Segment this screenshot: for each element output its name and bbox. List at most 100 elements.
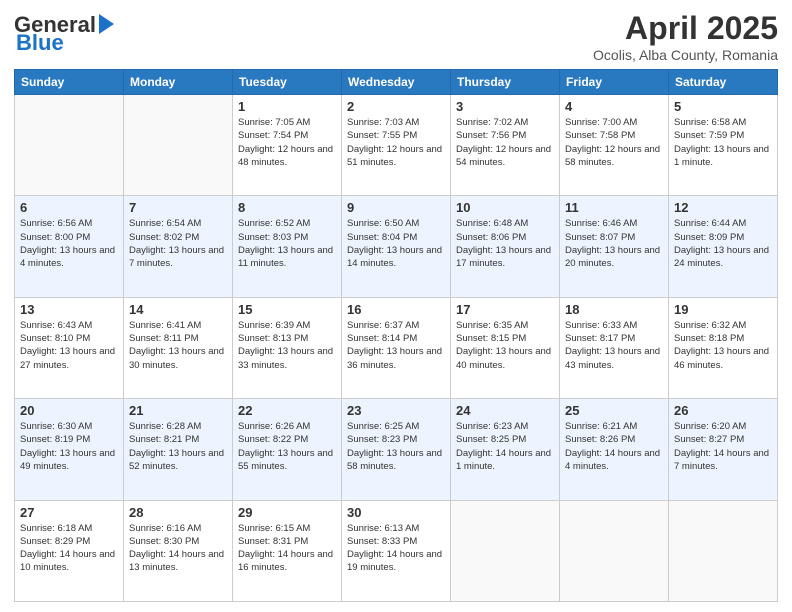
table-row: 26 Sunrise: 6:20 AM Sunset: 8:27 PM Dayl… [669,399,778,500]
sunrise-text: Sunrise: 6:20 AM [674,421,746,432]
table-row: 18 Sunrise: 6:33 AM Sunset: 8:17 PM Dayl… [560,297,669,398]
day-info: Sunrise: 6:28 AM Sunset: 8:21 PM Dayligh… [129,420,227,473]
day-number: 7 [129,200,227,215]
daylight-text: Daylight: 13 hours and 49 minutes. [20,448,115,472]
logo: General Blue [14,14,104,54]
day-info: Sunrise: 6:35 AM Sunset: 8:15 PM Dayligh… [456,319,554,372]
sunset-text: Sunset: 8:15 PM [456,333,526,344]
table-row: 5 Sunrise: 6:58 AM Sunset: 7:59 PM Dayli… [669,95,778,196]
day-info: Sunrise: 6:25 AM Sunset: 8:23 PM Dayligh… [347,420,445,473]
sunrise-text: Sunrise: 6:43 AM [20,320,92,331]
calendar-week-row: 13 Sunrise: 6:43 AM Sunset: 8:10 PM Dayl… [15,297,778,398]
day-number: 12 [674,200,772,215]
daylight-text: Daylight: 14 hours and 19 minutes. [347,549,442,573]
sunset-text: Sunset: 8:00 PM [20,232,90,243]
table-row: 4 Sunrise: 7:00 AM Sunset: 7:58 PM Dayli… [560,95,669,196]
sunset-text: Sunset: 8:31 PM [238,536,308,547]
day-info: Sunrise: 6:39 AM Sunset: 8:13 PM Dayligh… [238,319,336,372]
day-info: Sunrise: 6:41 AM Sunset: 8:11 PM Dayligh… [129,319,227,372]
day-number: 4 [565,99,663,114]
sunrise-text: Sunrise: 6:25 AM [347,421,419,432]
calendar-week-row: 1 Sunrise: 7:05 AM Sunset: 7:54 PM Dayli… [15,95,778,196]
sunrise-text: Sunrise: 6:18 AM [20,523,92,534]
sunrise-text: Sunrise: 6:41 AM [129,320,201,331]
col-sunday: Sunday [15,70,124,95]
table-row: 29 Sunrise: 6:15 AM Sunset: 8:31 PM Dayl… [233,500,342,601]
daylight-text: Daylight: 13 hours and 1 minute. [674,144,769,168]
calendar-week-row: 27 Sunrise: 6:18 AM Sunset: 8:29 PM Dayl… [15,500,778,601]
day-info: Sunrise: 6:16 AM Sunset: 8:30 PM Dayligh… [129,522,227,575]
sunrise-text: Sunrise: 6:37 AM [347,320,419,331]
sunset-text: Sunset: 8:19 PM [20,434,90,445]
table-row [15,95,124,196]
sunset-text: Sunset: 8:17 PM [565,333,635,344]
page: General Blue April 2025 Ocolis, Alba Cou… [0,0,792,612]
daylight-text: Daylight: 13 hours and 36 minutes. [347,346,442,370]
sunset-text: Sunset: 8:14 PM [347,333,417,344]
sunrise-text: Sunrise: 6:13 AM [347,523,419,534]
col-tuesday: Tuesday [233,70,342,95]
sunset-text: Sunset: 8:13 PM [238,333,308,344]
day-info: Sunrise: 6:23 AM Sunset: 8:25 PM Dayligh… [456,420,554,473]
sunrise-text: Sunrise: 6:28 AM [129,421,201,432]
table-row: 30 Sunrise: 6:13 AM Sunset: 8:33 PM Dayl… [342,500,451,601]
sunrise-text: Sunrise: 6:33 AM [565,320,637,331]
day-number: 28 [129,505,227,520]
col-friday: Friday [560,70,669,95]
table-row [669,500,778,601]
day-info: Sunrise: 6:32 AM Sunset: 8:18 PM Dayligh… [674,319,772,372]
table-row: 7 Sunrise: 6:54 AM Sunset: 8:02 PM Dayli… [124,196,233,297]
table-row: 14 Sunrise: 6:41 AM Sunset: 8:11 PM Dayl… [124,297,233,398]
table-row: 19 Sunrise: 6:32 AM Sunset: 8:18 PM Dayl… [669,297,778,398]
daylight-text: Daylight: 12 hours and 54 minutes. [456,144,551,168]
calendar-subtitle: Ocolis, Alba County, Romania [593,47,778,63]
day-info: Sunrise: 6:50 AM Sunset: 8:04 PM Dayligh… [347,217,445,270]
day-number: 9 [347,200,445,215]
day-info: Sunrise: 6:43 AM Sunset: 8:10 PM Dayligh… [20,319,118,372]
daylight-text: Daylight: 13 hours and 43 minutes. [565,346,660,370]
logo-arrow-icon [99,14,114,34]
day-number: 11 [565,200,663,215]
daylight-text: Daylight: 13 hours and 7 minutes. [129,245,224,269]
day-number: 21 [129,403,227,418]
sunrise-text: Sunrise: 6:15 AM [238,523,310,534]
sunrise-text: Sunrise: 6:39 AM [238,320,310,331]
table-row: 13 Sunrise: 6:43 AM Sunset: 8:10 PM Dayl… [15,297,124,398]
table-row [560,500,669,601]
day-number: 25 [565,403,663,418]
day-info: Sunrise: 6:26 AM Sunset: 8:22 PM Dayligh… [238,420,336,473]
daylight-text: Daylight: 13 hours and 14 minutes. [347,245,442,269]
sunrise-text: Sunrise: 7:00 AM [565,117,637,128]
daylight-text: Daylight: 13 hours and 58 minutes. [347,448,442,472]
daylight-text: Daylight: 12 hours and 48 minutes. [238,144,333,168]
day-info: Sunrise: 6:54 AM Sunset: 8:02 PM Dayligh… [129,217,227,270]
day-number: 6 [20,200,118,215]
sunset-text: Sunset: 8:04 PM [347,232,417,243]
day-info: Sunrise: 6:46 AM Sunset: 8:07 PM Dayligh… [565,217,663,270]
table-row: 1 Sunrise: 7:05 AM Sunset: 7:54 PM Dayli… [233,95,342,196]
daylight-text: Daylight: 14 hours and 4 minutes. [565,448,660,472]
sunrise-text: Sunrise: 7:05 AM [238,117,310,128]
sunset-text: Sunset: 8:09 PM [674,232,744,243]
day-number: 10 [456,200,554,215]
table-row: 6 Sunrise: 6:56 AM Sunset: 8:00 PM Dayli… [15,196,124,297]
table-row: 9 Sunrise: 6:50 AM Sunset: 8:04 PM Dayli… [342,196,451,297]
day-info: Sunrise: 6:33 AM Sunset: 8:17 PM Dayligh… [565,319,663,372]
day-number: 22 [238,403,336,418]
sunrise-text: Sunrise: 6:23 AM [456,421,528,432]
day-number: 23 [347,403,445,418]
calendar-week-row: 6 Sunrise: 6:56 AM Sunset: 8:00 PM Dayli… [15,196,778,297]
sunrise-text: Sunrise: 6:44 AM [674,218,746,229]
table-row: 27 Sunrise: 6:18 AM Sunset: 8:29 PM Dayl… [15,500,124,601]
day-number: 16 [347,302,445,317]
sunrise-text: Sunrise: 7:03 AM [347,117,419,128]
table-row: 15 Sunrise: 6:39 AM Sunset: 8:13 PM Dayl… [233,297,342,398]
daylight-text: Daylight: 14 hours and 7 minutes. [674,448,769,472]
col-thursday: Thursday [451,70,560,95]
daylight-text: Daylight: 14 hours and 10 minutes. [20,549,115,573]
sunrise-text: Sunrise: 6:52 AM [238,218,310,229]
sunset-text: Sunset: 8:07 PM [565,232,635,243]
table-row: 17 Sunrise: 6:35 AM Sunset: 8:15 PM Dayl… [451,297,560,398]
day-info: Sunrise: 6:20 AM Sunset: 8:27 PM Dayligh… [674,420,772,473]
table-row: 10 Sunrise: 6:48 AM Sunset: 8:06 PM Dayl… [451,196,560,297]
